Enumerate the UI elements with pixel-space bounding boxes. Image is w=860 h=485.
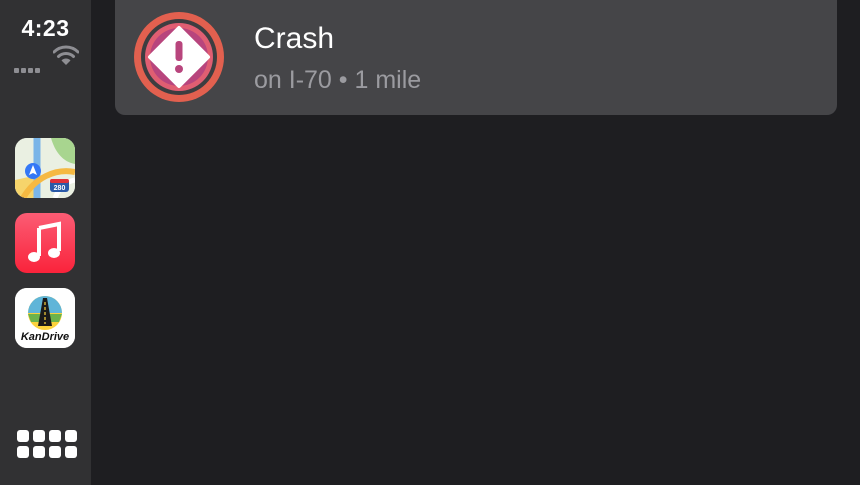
warning-icon [134,12,224,102]
alert-title: Crash [254,22,335,55]
music-note-icon [28,221,61,262]
app-grid-icon[interactable] [17,430,77,460]
maps-app-icon[interactable]: 280 [15,138,75,198]
carplay-sidebar: 4:23 280 KanDrive [0,0,91,485]
kandrive-logo-icon: KanDrive [15,288,75,348]
kandrive-app-icon[interactable]: KanDrive [15,288,75,348]
traffic-alert-card[interactable]: Crash on I-70 • 1 mile [115,0,837,115]
wifi-icon [53,45,79,65]
status-indicators [14,44,84,73]
interstate-badge-label: 280 [54,185,66,192]
status-clock: 4:23 [21,15,70,41]
maps-graphic: 280 [15,138,75,198]
music-app-icon[interactable] [15,213,75,273]
cellular-signal-icon [14,60,42,78]
alert-subtitle: on I-70 • 1 mile [254,66,422,94]
kandrive-logo-text: KanDrive [21,331,69,343]
